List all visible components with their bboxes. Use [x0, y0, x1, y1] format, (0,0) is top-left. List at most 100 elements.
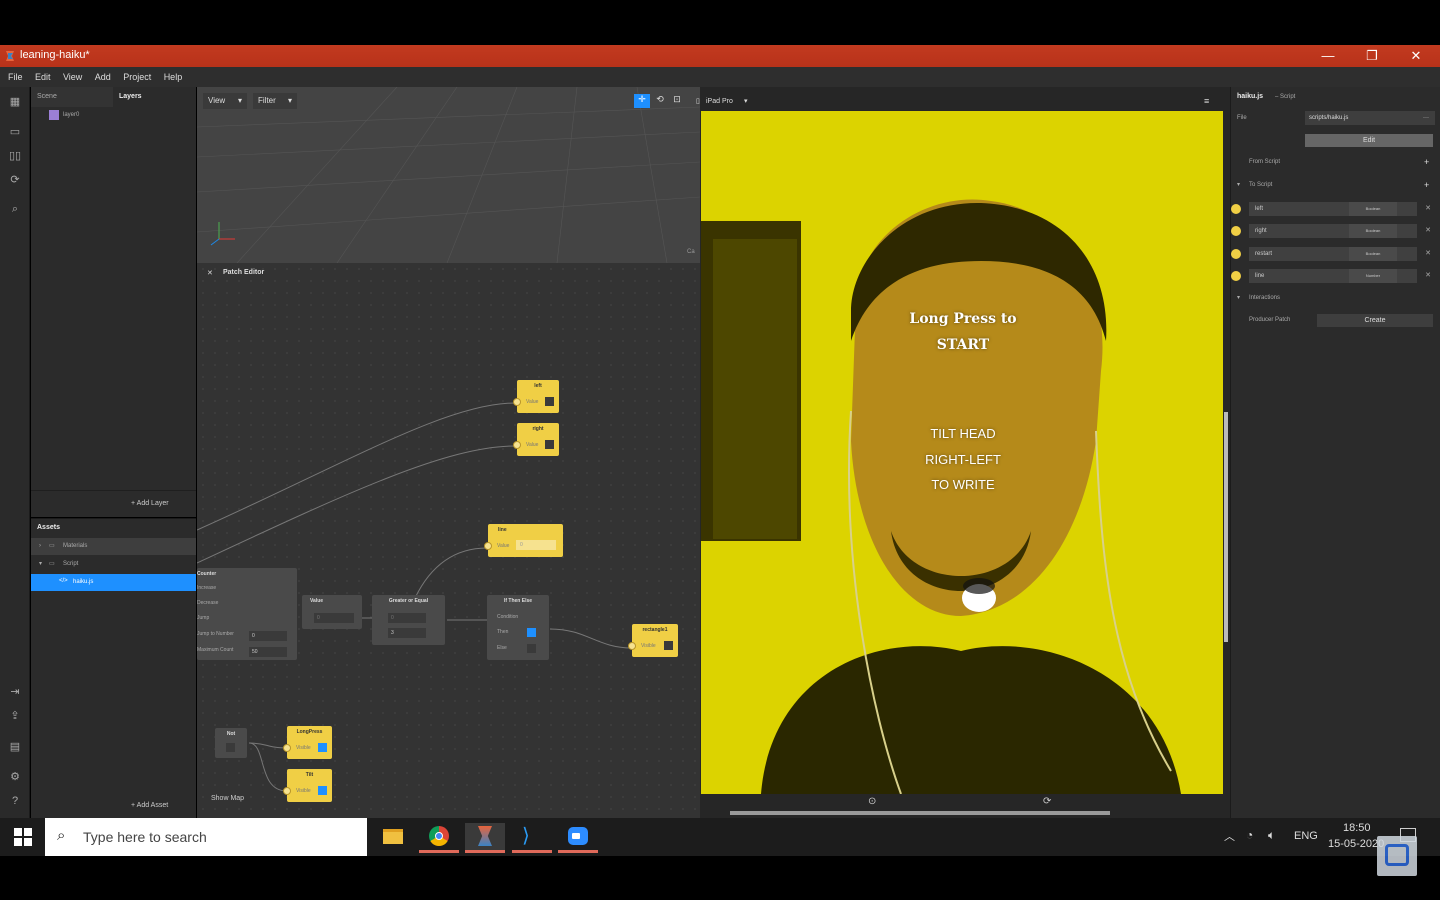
visible-checkbox[interactable]	[318, 786, 327, 795]
scene-viewport[interactable]: View ▾ Filter ▾ ✛ ⟲ ⊡ Ca	[197, 87, 700, 263]
patch-node-right[interactable]: right Value	[513, 423, 559, 456]
spark-ar-icon[interactable]	[465, 823, 505, 853]
tab-scene[interactable]: Scene	[31, 87, 113, 107]
zoom-app-icon[interactable]	[558, 823, 598, 853]
remove-icon[interactable]: ✕	[1425, 247, 1431, 261]
patch-node-tilt[interactable]: Tilt Visible	[283, 769, 332, 802]
producer-plus-icon[interactable]	[1231, 204, 1241, 214]
asset-haiku-js[interactable]: </> haiku.js	[31, 574, 196, 591]
wifi-icon[interactable]: ◔	[1246, 828, 1253, 842]
clock-date[interactable]: 15-05-2020	[1328, 838, 1384, 850]
filter-dropdown[interactable]: Filter ▾	[253, 93, 297, 109]
asset-materials[interactable]: › ▭ Materials	[31, 538, 196, 555]
menu-edit[interactable]: Edit	[35, 67, 51, 87]
patch-node-value-input[interactable]: 0	[314, 613, 354, 623]
producer-plus-icon[interactable]	[1231, 271, 1241, 281]
file-path-field[interactable]: scripts/haiku.js ···	[1305, 111, 1435, 125]
producer-plus-icon[interactable]	[1231, 249, 1241, 259]
add-from-script-icon[interactable]: +	[1424, 157, 1429, 167]
restore-button[interactable]: ❐	[1357, 47, 1387, 65]
view-dropdown[interactable]: View ▾	[203, 93, 247, 109]
patch-node-value[interactable]: Value 0	[302, 595, 362, 629]
menu-help[interactable]: Help	[164, 67, 183, 87]
help-icon[interactable]: ?	[7, 795, 23, 809]
var-type[interactable]: Boolean	[1349, 247, 1397, 261]
clock-time[interactable]: 18:50	[1343, 822, 1371, 834]
layer-item[interactable]: layer0	[63, 112, 79, 118]
input-port-icon[interactable]	[283, 787, 291, 795]
to-script-var-line[interactable]: line Number ✕	[1231, 269, 1431, 283]
rotate-tool-icon[interactable]: ⟲	[653, 94, 667, 108]
chevron-up-icon[interactable]: ︿	[1224, 828, 1235, 844]
patch-node-greater-or-equal[interactable]: Greater or Equal 0 3	[372, 595, 445, 645]
menu-icon[interactable]: ≡	[1204, 96, 1209, 106]
to-script-var-restart[interactable]: restart Boolean ✕	[1231, 247, 1431, 261]
visible-checkbox[interactable]	[664, 641, 673, 650]
counter-max-value[interactable]: 50	[249, 647, 287, 657]
floating-widget[interactable]	[1377, 836, 1417, 876]
else-checkbox[interactable]	[527, 644, 536, 653]
patch-editor[interactable]: ✕ Patch Editor left Value right Value li…	[197, 263, 700, 818]
move-tool-icon[interactable]: ✛	[634, 94, 650, 108]
var-type[interactable]: Boolean	[1349, 202, 1397, 216]
value-box[interactable]	[545, 397, 554, 406]
gte-input-b[interactable]: 3	[388, 628, 426, 638]
input-port-icon[interactable]	[283, 744, 291, 752]
folder-icon[interactable]: ▤	[7, 740, 23, 754]
add-to-script-icon[interactable]: +	[1424, 180, 1429, 190]
screenshot-icon[interactable]: ⊙	[868, 796, 876, 807]
asset-script-folder[interactable]: ▾ ▭ Script	[31, 556, 196, 573]
rotate-device-icon[interactable]: ⟳	[1043, 796, 1051, 807]
create-button[interactable]: Create	[1317, 314, 1433, 327]
patch-node-if-then-else[interactable]: If Then Else Condition Then Else	[487, 595, 549, 660]
menu-view[interactable]: View	[63, 67, 82, 87]
send-to-device-icon[interactable]: ⇥	[7, 685, 23, 699]
add-asset-button[interactable]: + Add Asset	[131, 802, 168, 809]
not-value-box[interactable]	[226, 743, 235, 752]
more-icon[interactable]: ···	[1423, 111, 1429, 125]
show-map-button[interactable]: Show Map	[211, 795, 244, 802]
gte-input-a[interactable]: 0	[388, 613, 426, 623]
patch-node-line[interactable]: line Value 0	[484, 524, 563, 557]
patch-node-rectangle1[interactable]: rectangle1 Visible	[628, 624, 678, 657]
volume-icon[interactable]: 🔈︎	[1268, 828, 1275, 843]
taskbar-search-box[interactable]: ⌕ Type here to search	[45, 818, 367, 856]
close-window-button[interactable]: ✕	[1401, 47, 1431, 65]
vscode-icon[interactable]: ⟩	[512, 823, 552, 853]
remove-icon[interactable]: ✕	[1425, 202, 1431, 216]
patch-node-counter[interactable]: Counter Increase Decrease Jump Jump to N…	[197, 568, 297, 660]
patch-node-not[interactable]: Not	[215, 728, 247, 758]
input-port-icon[interactable]	[484, 542, 492, 550]
camera-icon[interactable]: ▭	[7, 125, 23, 139]
remove-icon[interactable]: ✕	[1425, 269, 1431, 283]
patch-node-left[interactable]: left Value	[513, 380, 559, 413]
counter-jump-to-value[interactable]: 0	[249, 631, 287, 641]
refresh-icon[interactable]: ⟳	[7, 173, 23, 187]
value-box[interactable]	[545, 440, 554, 449]
var-type[interactable]: Number	[1349, 269, 1397, 283]
zoom-icon[interactable]: ⌕	[7, 203, 23, 217]
tab-layers[interactable]: Layers	[113, 87, 196, 107]
horizontal-scrollbar[interactable]	[730, 811, 1110, 815]
patch-node-longpress[interactable]: LongPress Visible	[283, 726, 332, 759]
start-button[interactable]	[0, 818, 45, 856]
device-dropdown[interactable]: iPad Pro	[706, 98, 733, 105]
scale-tool-icon[interactable]: ⊡	[670, 94, 684, 108]
remove-icon[interactable]: ✕	[1425, 224, 1431, 238]
layout-icon[interactable]: ▦	[7, 95, 23, 109]
input-port-icon[interactable]	[628, 642, 636, 650]
input-port-icon[interactable]	[513, 441, 521, 449]
export-icon[interactable]: ⇪	[7, 709, 23, 723]
menu-file[interactable]: File	[8, 67, 23, 87]
menu-add[interactable]: Add	[95, 67, 111, 87]
minimize-button[interactable]: —	[1313, 47, 1343, 65]
then-checkbox[interactable]	[527, 628, 536, 637]
producer-plus-icon[interactable]	[1231, 226, 1241, 236]
settings-icon[interactable]: ⚙	[7, 770, 23, 784]
add-layer-button[interactable]: + Add Layer	[131, 500, 169, 507]
language-indicator[interactable]: ENG	[1294, 830, 1318, 842]
to-script-var-left[interactable]: left Boolean ✕	[1231, 202, 1431, 216]
var-type[interactable]: Boolean	[1349, 224, 1397, 238]
columns-icon[interactable]: ▯▯	[7, 149, 23, 163]
menu-project[interactable]: Project	[123, 67, 151, 87]
